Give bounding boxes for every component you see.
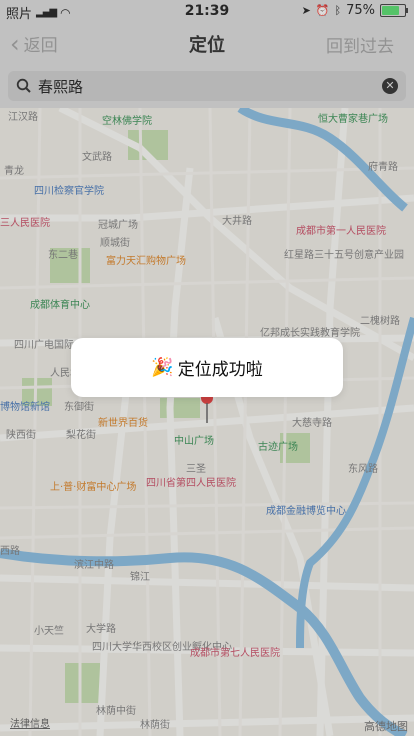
party-popper-icon: 🎉	[151, 357, 174, 378]
toast-message: 定位成功啦	[177, 360, 263, 380]
success-toast: 🎉 定位成功啦	[71, 338, 343, 397]
